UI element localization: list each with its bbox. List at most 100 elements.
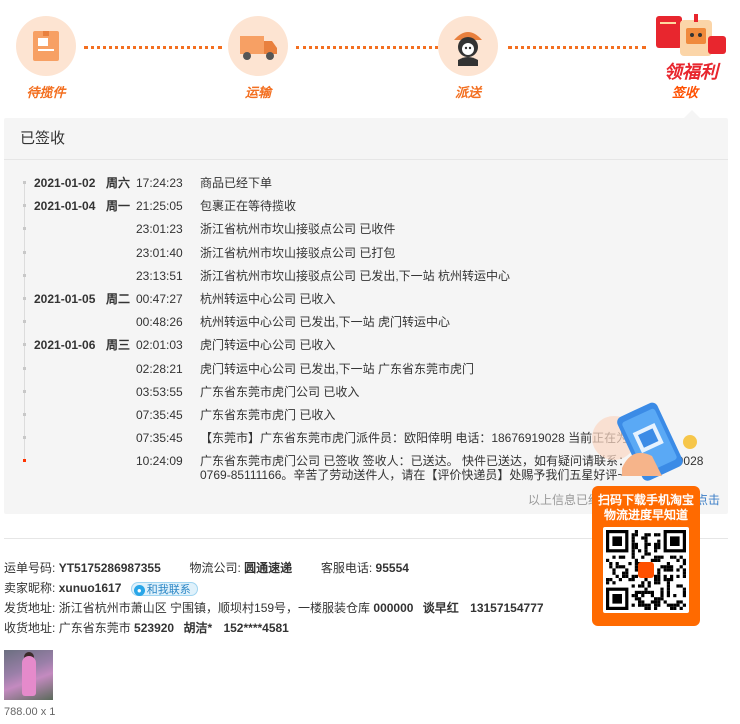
row-time: 21:25:05 (136, 199, 183, 214)
row-info: 虎门转运中心公司 已收入 (200, 338, 336, 353)
taobao-app-promo[interactable]: 扫码下载手机淘宝 物流进度早知道 (592, 398, 700, 628)
order-info: 运单号码: YT5175286987355 物流公司: 圆通速递 客服电话: 9… (4, 560, 544, 640)
product-thumbnail[interactable] (4, 650, 53, 700)
step-pending-pickup: 待揽件 (6, 16, 86, 101)
timeline-dot (23, 436, 26, 440)
row-time: 10:24:09 (136, 454, 183, 469)
recv-phone: 152****4581 (223, 621, 289, 635)
row-info: 杭州转运中心公司 已发出,下一站 虎门转运中心 (200, 315, 451, 330)
row-info: 浙江省杭州市坎山接驳点公司 已打包 (200, 245, 396, 260)
recv-zip: 523920 (134, 621, 175, 635)
row-time: 02:28:21 (136, 361, 183, 376)
seller-nick: xunuo1617 (58, 581, 122, 595)
row-time: 23:01:40 (136, 245, 183, 260)
waybill-number: YT5175286987355 (58, 561, 161, 575)
seller-line: 卖家昵称: xunuo1617 ● 和我联系 (4, 580, 544, 600)
timeline-dot (23, 343, 26, 347)
row-time: 17:24:23 (136, 176, 183, 190)
timeline-dot (23, 273, 26, 277)
row-date: 2021-01-04 (34, 199, 96, 214)
row-info: 浙江省杭州市坎山接驳点公司 已发出,下一站 杭州转运中心 (200, 268, 511, 283)
recv-label: 收货地址: (4, 621, 56, 635)
step-label: 派送 (454, 85, 481, 100)
promo-line-2: 物流进度早知道 (603, 508, 688, 522)
ship-label: 发货地址: (4, 601, 56, 615)
step-label: 签收 (671, 85, 698, 100)
phone-hand-icon (592, 402, 697, 481)
row-date: 2021-01-02 (34, 176, 96, 190)
waybill-label: 运单号码: (4, 561, 56, 575)
timeline-row: 23:01:23 浙江省杭州市坎山接驳点公司 已收件 (20, 222, 720, 245)
qr-code (603, 527, 689, 613)
promo-card: 扫码下载手机淘宝 物流进度早知道 (592, 486, 700, 626)
row-info: 包裹正在等待揽收 (200, 199, 297, 214)
row-time: 23:01:23 (136, 222, 183, 237)
timeline-dot (23, 459, 26, 463)
product-price: 788.00 x 1 (4, 706, 56, 718)
row-time: 03:53:55 (136, 384, 183, 399)
timeline-row: 23:13:51 浙江省杭州市坎山接驳点公司 已发出,下一站 杭州转运中心 (20, 269, 720, 292)
timeline-dot (23, 250, 26, 254)
ship-address: 浙江省杭州市萧山区 宁围镇，顺坝村159号，一楼服装仓库 (58, 601, 371, 615)
timeline-row: 2021-01-02 周六 17:24:23 商品已经下单 (20, 176, 720, 199)
row-info: 虎门转运中心公司 已发出,下一站 广东省东莞市虎门 (200, 361, 475, 376)
row-time: 07:35:45 (136, 431, 183, 446)
progress-dots (296, 46, 438, 49)
service-label: 客服电话: (320, 561, 373, 575)
promo-line-1: 扫码下载手机淘宝 (597, 493, 694, 507)
timeline-row: 2021-01-06 周三 02:01:03 虎门转运中心公司 已收入 (20, 338, 720, 361)
timeline-dot (23, 412, 26, 416)
timeline-dot (23, 366, 26, 370)
timeline-row: 02:28:21 虎门转运中心公司 已发出,下一站 广东省东莞市虎门 (20, 362, 720, 385)
timeline-dot (23, 389, 26, 393)
contact-seller-button[interactable]: ● 和我联系 (130, 581, 198, 596)
row-info: 广东省东莞市虎门公司 已收入 (200, 384, 360, 399)
timeline-dot (23, 296, 26, 300)
truck-icon (228, 16, 288, 76)
recv-line: 收货地址: 广东省东莞市 523920 胡洁* 152****4581 (4, 620, 544, 640)
row-info: 广东省东莞市虎门 已收入 (200, 407, 336, 422)
row-time: 00:48:26 (136, 315, 183, 330)
timeline-dot (23, 204, 26, 208)
row-date: 2021-01-05 (34, 291, 96, 306)
recv-address: 广东省东莞市 (58, 621, 131, 635)
timeline-row: 23:01:40 浙江省杭州市坎山接驳点公司 已打包 (20, 246, 720, 269)
contact-label: 和我联系 (146, 583, 191, 596)
ship-phone: 13157154777 (470, 601, 544, 615)
chat-icon: ● (133, 584, 145, 596)
courier-icon (438, 16, 498, 76)
timeline-dot (23, 227, 26, 231)
step-label: 运输 (244, 85, 271, 100)
row-date: 2021-01-06 (34, 338, 96, 353)
row-time: 23:13:51 (136, 268, 183, 283)
welfare-badge[interactable]: 领福利 (650, 10, 732, 84)
timeline-dot (23, 181, 26, 184)
company-label: 物流公司: (189, 561, 241, 575)
panel-title: 已签收 (4, 118, 728, 160)
step-transport: 运输 (218, 16, 298, 101)
ship-zip: 000000 (373, 601, 414, 615)
seller-label: 卖家昵称: (4, 581, 56, 595)
timeline-row: 00:48:26 杭州转运中心公司 已发出,下一站 虎门转运中心 (20, 315, 720, 338)
step-label: 待揽件 (26, 85, 66, 100)
progress-dots (508, 46, 646, 49)
service-phone: 95554 (375, 561, 409, 575)
row-time: 07:35:45 (136, 407, 183, 422)
timeline-dot (23, 320, 26, 324)
package-icon (16, 16, 76, 76)
recv-name: 胡洁* (183, 621, 213, 635)
timeline-row: 2021-01-05 周二 00:47:27 杭州转运中心公司 已收入 (20, 292, 720, 315)
company-name: 圆通速递 (244, 561, 293, 575)
waybill-line: 运单号码: YT5175286987355 物流公司: 圆通速递 客服电话: 9… (4, 560, 544, 580)
panel-pointer (683, 110, 701, 119)
ship-line: 发货地址: 浙江省杭州市萧山区 宁围镇，顺坝村159号，一楼服装仓库 00000… (4, 600, 544, 620)
ship-name: 谈早红 (422, 601, 459, 615)
promo-text: 扫码下载手机淘宝 物流进度早知道 (592, 486, 700, 523)
progress-dots (84, 46, 222, 49)
row-time: 02:01:03 (136, 338, 183, 353)
welfare-label: 领福利 (664, 62, 718, 82)
row-info: 杭州转运中心公司 已收入 (200, 291, 336, 306)
row-time: 00:47:27 (136, 291, 183, 306)
step-delivery: 派送 (428, 16, 508, 101)
row-info: 商品已经下单 (200, 176, 273, 190)
